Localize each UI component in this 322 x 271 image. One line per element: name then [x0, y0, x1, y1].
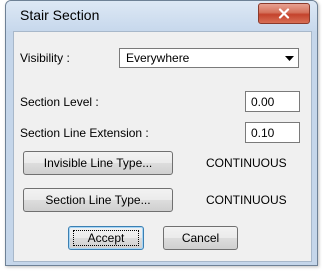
section-line-extension-input[interactable]: 0.10	[245, 122, 300, 143]
invisible-line-type-button[interactable]: Invisible Line Type...	[23, 151, 173, 175]
close-button[interactable]	[258, 3, 310, 24]
chevron-down-icon[interactable]	[281, 50, 297, 66]
visibility-select[interactable]: Everywhere	[119, 48, 299, 68]
cancel-button-label: Cancel	[181, 231, 220, 245]
section-line-type-value: CONTINUOUS	[206, 193, 287, 207]
section-level-label: Section Level :	[20, 95, 99, 109]
title-bar[interactable]: Stair Section	[6, 1, 317, 31]
dialog-title: Stair Section	[20, 7, 100, 23]
section-line-type-button-label: Section Line Type...	[45, 193, 151, 207]
section-level-input[interactable]: 0.00	[245, 91, 300, 112]
accept-button-label: Accept	[87, 231, 125, 245]
close-x-icon	[278, 8, 290, 19]
invisible-line-type-button-label: Invisible Line Type...	[43, 156, 153, 170]
accept-button[interactable]: Accept	[68, 226, 144, 250]
stair-section-dialog: Stair Section Visibility : Everywhere Se…	[5, 0, 318, 266]
section-line-extension-label: Section Line Extension :	[20, 126, 149, 140]
section-line-type-button[interactable]: Section Line Type...	[23, 188, 173, 212]
visibility-label: Visibility :	[20, 51, 70, 65]
visibility-selected-value: Everywhere	[126, 51, 190, 65]
cancel-button[interactable]: Cancel	[163, 226, 238, 250]
invisible-line-type-value: CONTINUOUS	[206, 156, 287, 170]
dialog-body: Visibility : Everywhere Section Level : …	[13, 31, 312, 262]
